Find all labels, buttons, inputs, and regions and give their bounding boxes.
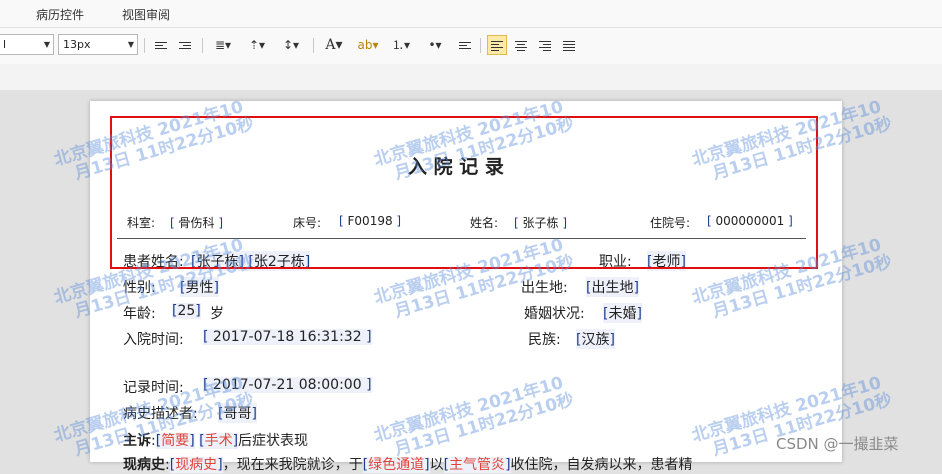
menu-item-emr-control[interactable]: 病历控件: [36, 6, 84, 23]
age-unit: 岁: [210, 306, 224, 322]
present-illness-field[interactable]: [现病史]: [169, 457, 223, 473]
align-left-icon[interactable]: [487, 35, 507, 55]
marital-status-label: 婚姻状况:: [524, 306, 585, 322]
complaint-surgery-value: 手术: [204, 433, 233, 449]
ethnicity-field[interactable]: [汉族]: [576, 329, 615, 349]
chief-complaint-tail: 后症状表现: [238, 433, 309, 449]
present-illness-label: 现病史: [123, 457, 165, 473]
ethnicity-value: 汉族: [581, 332, 610, 348]
menu-bar: 病历控件 视图审阅: [0, 0, 942, 28]
ethnicity-label: 民族:: [528, 332, 561, 348]
align-right-icon[interactable]: [535, 35, 555, 55]
highlight-color-icon[interactable]: ab▾: [353, 35, 383, 55]
complaint-summary-value: 简要: [161, 433, 190, 449]
present-illness-text-2: 以: [429, 457, 444, 473]
admission-time-label: 入院时间:: [123, 332, 184, 348]
present-illness-text-1: ，现在来我院就诊，于: [222, 457, 363, 473]
toolbar-divider: [313, 38, 314, 53]
admission-time-value: 2017-07-18 16:31:32: [212, 329, 362, 345]
font-name-select[interactable]: l ▼: [0, 34, 54, 55]
marital-status-value: 未婚: [608, 306, 637, 322]
toolbar-divider: [202, 38, 203, 53]
align-center-icon[interactable]: [511, 35, 531, 55]
align-justify-icon[interactable]: [559, 35, 579, 55]
diagnosis-field[interactable]: [主气管炎]: [443, 457, 511, 473]
complaint-field-surgery[interactable]: [手术]: [199, 433, 239, 449]
birthplace-value: 出生地: [591, 280, 634, 296]
present-illness-value: 现病史: [175, 457, 218, 473]
credit-watermark: CSDN @一撮韭菜: [776, 435, 899, 453]
menu-item-view-review[interactable]: 视图审阅: [122, 6, 170, 23]
present-illness-text-3: 收住院，自发病以来，患者精: [510, 457, 693, 473]
font-size-value: 13px: [63, 38, 91, 51]
line-spacing-icon[interactable]: ≣▾: [209, 35, 237, 55]
toolbar: l ▼ 13px ▼ ≣▾ ⇡▾ ↕▾ A▾ ab▾ ⒈▾ •▾: [0, 28, 942, 64]
paragraph-spacing-icon[interactable]: ⇡▾: [243, 35, 271, 55]
toolbar-band: [0, 64, 942, 90]
line-height-icon[interactable]: ↕▾: [277, 35, 305, 55]
font-color-icon[interactable]: A▾: [320, 35, 348, 55]
outdent-icon[interactable]: [151, 35, 171, 55]
age-value: 25: [177, 303, 196, 319]
font-name-value: l: [3, 38, 7, 51]
bulleted-list-icon[interactable]: •▾: [421, 35, 449, 55]
chevron-down-icon: ▼: [43, 40, 50, 49]
admission-time-field[interactable]: [ 2017-07-18 16:31:32 ]: [203, 329, 372, 345]
numbered-list-icon[interactable]: ⒈▾: [387, 35, 415, 55]
diagnosis-value: 主气管炎: [449, 457, 506, 473]
font-size-select[interactable]: 13px ▼: [58, 34, 138, 55]
toolbar-divider: [480, 38, 481, 53]
marital-status-field[interactable]: [未婚]: [603, 303, 642, 323]
indent-icon[interactable]: [175, 35, 195, 55]
paragraph-icon[interactable]: [455, 35, 475, 55]
birthplace-field[interactable]: [出生地]: [586, 277, 639, 297]
toolbar-divider: [144, 38, 145, 53]
chevron-down-icon: ▼: [127, 40, 134, 49]
age-field[interactable]: [25]: [172, 303, 201, 319]
